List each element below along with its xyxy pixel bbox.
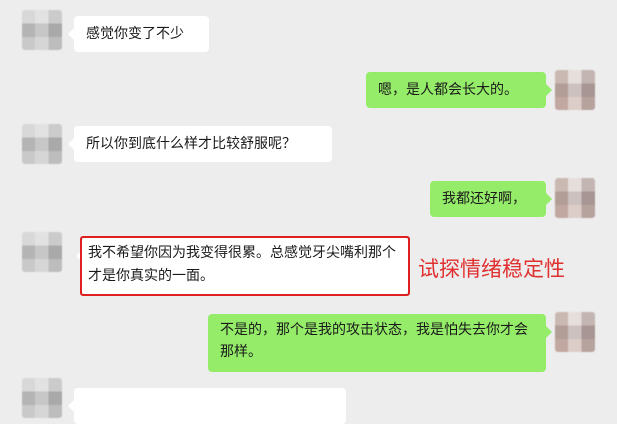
annotation-label: 试探情绪稳定性 — [418, 257, 565, 281]
message-bubble-incoming: 所以你到底什么样才比较舒服呢？ — [68, 126, 332, 162]
contact-avatar[interactable] — [22, 10, 62, 50]
message-bubble-outgoing: 不是的，那个是我的攻击状态，我是怕失去你才会那样。 — [208, 314, 552, 372]
message-bubble-incoming: 感觉你变了不少 — [68, 16, 209, 52]
message-bubble-incoming — [68, 388, 346, 424]
message-bubble-outgoing: 我都还好啊， — [430, 181, 552, 217]
highlight-box — [80, 236, 410, 296]
user-avatar[interactable] — [555, 178, 595, 218]
message-bubble-outgoing: 嗯，是人都会长大的。 — [366, 72, 552, 108]
user-avatar[interactable] — [555, 70, 595, 110]
contact-avatar[interactable] — [22, 232, 62, 272]
contact-avatar[interactable] — [22, 378, 62, 418]
user-avatar[interactable] — [555, 312, 595, 352]
contact-avatar[interactable] — [22, 124, 62, 164]
